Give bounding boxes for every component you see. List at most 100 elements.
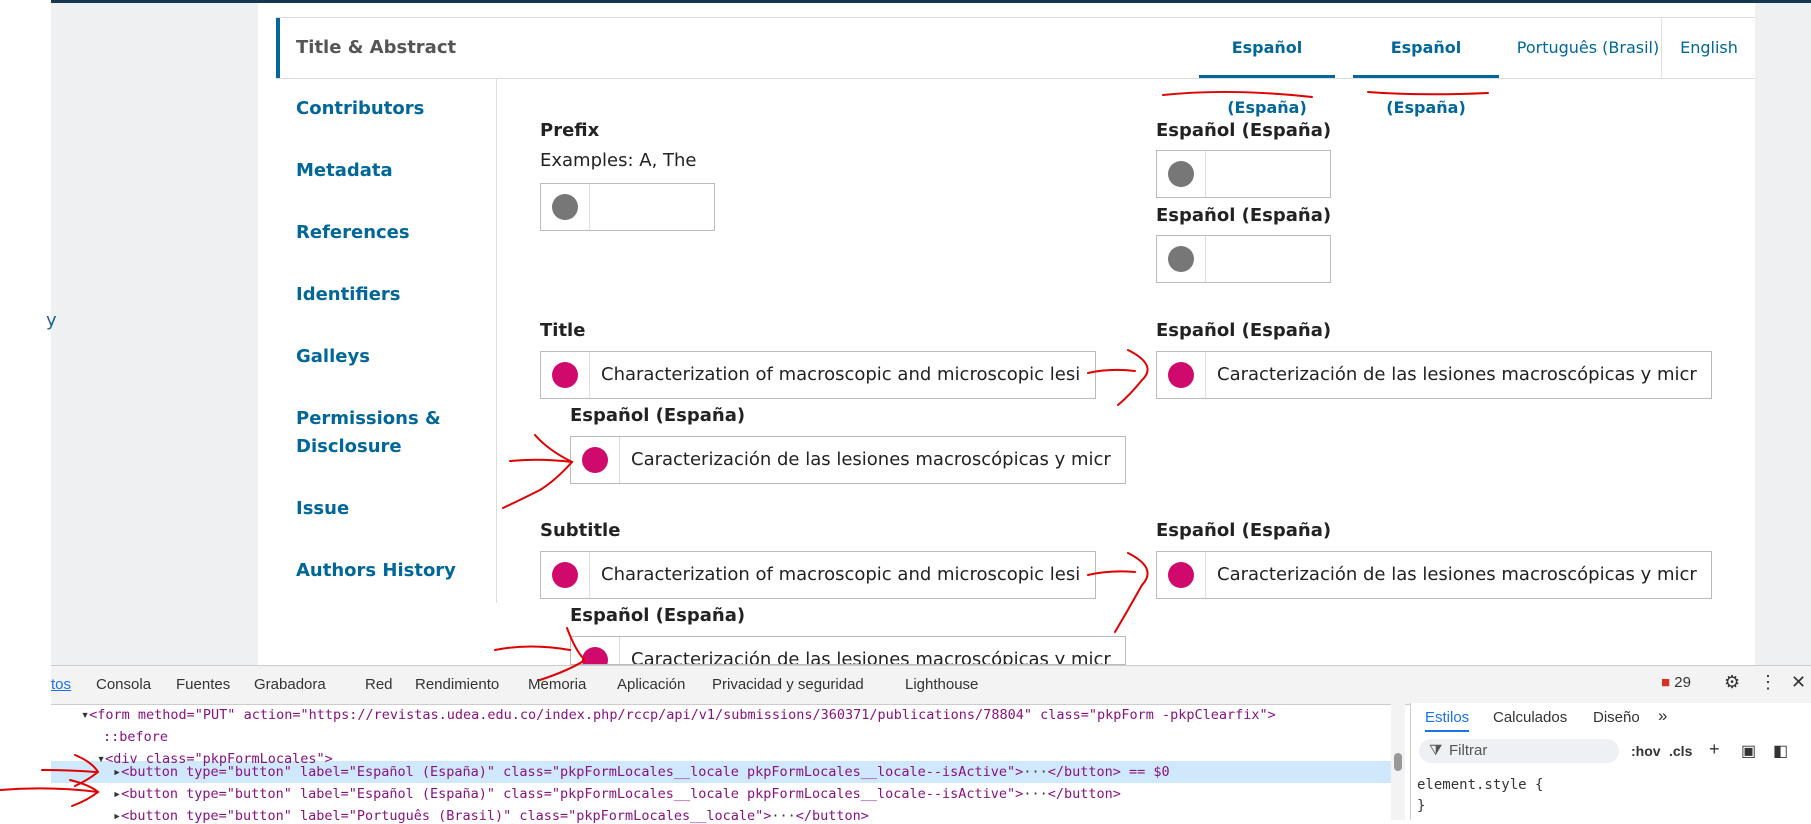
cls-toggle[interactable]: .cls xyxy=(1669,743,1692,759)
element-style-rule[interactable]: element.style { xyxy=(1417,777,1543,793)
paint-icon[interactable]: ▣ xyxy=(1741,741,1756,761)
devtools-tab-privacy[interactable]: Privacidad y seguridad xyxy=(712,676,864,693)
element-style-close: } xyxy=(1417,798,1426,814)
globe-icon xyxy=(1157,236,1206,282)
more-tabs-icon[interactable]: » xyxy=(1658,706,1667,726)
sidebar-divider xyxy=(496,78,497,603)
ellipsis-badge[interactable]: ··· xyxy=(771,808,795,824)
devtools-tab-recorder[interactable]: Grabadora xyxy=(254,676,326,693)
subtitle-field-es-right[interactable]: Caracterización de las lesiones macroscó… xyxy=(1156,551,1712,599)
ellipsis-badge[interactable]: ··· xyxy=(1023,786,1047,802)
subtitle-field-es-below[interactable]: Caracterización de las lesiones macroscó… xyxy=(570,636,1126,665)
dom-button1-tail: </button> == $0 xyxy=(1047,764,1170,780)
left-text-fragment: y xyxy=(46,310,57,331)
dom-line-button-3[interactable]: ▸<button type="button" label="Português … xyxy=(113,808,869,824)
subtitle-value-es-right: Caracterización de las lesiones macroscó… xyxy=(1217,564,1697,585)
devtools-tab-application[interactable]: Aplicación xyxy=(617,676,685,693)
sidebar-toggle-icon[interactable]: ◧ xyxy=(1773,741,1788,761)
devtools-tab-lighthouse[interactable]: Lighthouse xyxy=(905,676,978,693)
devtools-scrollbar[interactable] xyxy=(1391,703,1405,820)
globe-icon xyxy=(1157,352,1206,398)
sidebar-item-metadata[interactable]: Metadata xyxy=(296,157,393,185)
add-rule-icon[interactable]: + xyxy=(1709,739,1720,760)
prefix-field-es-1[interactable] xyxy=(1156,150,1331,198)
styles-tab-layout[interactable]: Diseño xyxy=(1593,709,1640,726)
sidebar-item-issue[interactable]: Issue xyxy=(296,495,349,523)
left-strip xyxy=(0,0,51,820)
error-badge[interactable]: ■ 29 xyxy=(1661,674,1691,691)
globe-icon xyxy=(541,552,590,598)
locale-tab-pt[interactable]: Português (Brasil) xyxy=(1508,18,1668,78)
sidebar-item-identifiers[interactable]: Identifiers xyxy=(296,281,401,309)
title-locale-label-below: Español (España) xyxy=(570,405,746,426)
dom-line-button-2[interactable]: ▸<button type="button" label="Español (E… xyxy=(113,786,1121,802)
devtools-tab-memory[interactable]: Memoria xyxy=(528,676,586,693)
dom-line-before[interactable]: ::before xyxy=(103,729,168,745)
title-field-es-right[interactable]: Caracterización de las lesiones macroscó… xyxy=(1156,351,1712,399)
title-value-es-right: Caracterización de las lesiones macroscó… xyxy=(1217,364,1697,385)
styles-tab-styles[interactable]: Estilos xyxy=(1425,709,1470,732)
filter-placeholder: Filtrar xyxy=(1449,742,1488,759)
styles-tab-computed[interactable]: Calculados xyxy=(1493,709,1567,726)
page-title: Title & Abstract xyxy=(296,37,457,58)
sidebar-item-galleys[interactable]: Galleys xyxy=(296,343,370,371)
globe-icon xyxy=(571,437,620,483)
globe-icon xyxy=(1157,151,1206,197)
dom-line-form[interactable]: ▾<form method="PUT" action="https://revi… xyxy=(81,707,1276,723)
subtitle-field-en[interactable]: Characterization of macroscopic and micr… xyxy=(540,551,1096,599)
prefix-field-es-2[interactable] xyxy=(1156,235,1331,283)
prefix-description: Examples: A, The xyxy=(540,150,697,171)
dom-button3-tail: </button> xyxy=(795,808,869,824)
devtools-tab-performance[interactable]: Rendimiento xyxy=(415,676,499,693)
gear-icon[interactable]: ⚙ xyxy=(1724,672,1740,693)
globe-icon xyxy=(1157,552,1206,598)
scroll-thumb[interactable] xyxy=(1394,753,1402,771)
error-count: 29 xyxy=(1674,674,1691,691)
prefix-locale-label-1: Español (España) xyxy=(1156,120,1332,141)
dom-form-text: <form method="PUT" action="https://revis… xyxy=(89,707,1276,723)
styles-filter-input[interactable]: ⧩ Filtrar xyxy=(1419,739,1619,763)
sidebar-item-contributors[interactable]: Contributors xyxy=(296,95,424,123)
devtools-tab-elements[interactable]: tos xyxy=(51,676,71,693)
title-value-en: Characterization of macroscopic and micr… xyxy=(601,364,1081,385)
prefix-locale-label-2: Español (España) xyxy=(1156,205,1332,226)
dom-button2-tail: </button> xyxy=(1047,786,1121,802)
subtitle-value-en: Characterization of macroscopic and micr… xyxy=(601,564,1081,585)
title-value-es-below: Caracterización de las lesiones macroscó… xyxy=(631,449,1111,470)
styles-pane: Estilos Calculados Diseño » ⧩ Filtrar :h… xyxy=(1410,703,1811,820)
dom-button1-text: <button type="button" label="Español (Es… xyxy=(121,764,1024,780)
close-icon[interactable]: ✕ xyxy=(1791,672,1806,693)
dom-button3-text: <button type="button" label="Português (… xyxy=(121,808,772,824)
globe-icon xyxy=(541,352,590,398)
globe-icon xyxy=(571,637,620,664)
dom-button2-text: <button type="button" label="Español (Es… xyxy=(121,786,1024,802)
subtitle-locale-label-right: Español (España) xyxy=(1156,520,1332,541)
devtools-tab-console[interactable]: Consola xyxy=(96,676,151,693)
globe-icon xyxy=(541,184,590,230)
sidebar-item-references[interactable]: References xyxy=(296,219,410,247)
locale-tab-es-2[interactable]: Español (España) xyxy=(1353,18,1499,117)
subtitle-label: Subtitle xyxy=(540,520,621,541)
locale-tab-en[interactable]: English xyxy=(1661,18,1756,78)
dom-line-button-1[interactable]: ▸<button type="button" label="Español (E… xyxy=(113,764,1170,780)
devtools-tab-network[interactable]: Red xyxy=(365,676,393,693)
title-field-en[interactable]: Characterization of macroscopic and micr… xyxy=(540,351,1096,399)
title-locale-label-right: Español (España) xyxy=(1156,320,1332,341)
hov-toggle[interactable]: :hov xyxy=(1631,743,1661,759)
locale-tab-es-1[interactable]: Español (España) xyxy=(1199,18,1335,117)
sidebar-item-permissions[interactable]: Permissions & Disclosure xyxy=(296,405,446,461)
header-accent-bar xyxy=(276,18,280,78)
subtitle-value-es-below: Caracterización de las lesiones macroscó… xyxy=(631,649,1111,665)
title-field-es-below[interactable]: Caracterización de las lesiones macroscó… xyxy=(570,436,1126,484)
subtitle-locale-label-below: Español (España) xyxy=(570,605,746,626)
filter-icon: ⧩ xyxy=(1429,742,1443,759)
form-header: Title & Abstract Español (España) Españo… xyxy=(276,17,1756,117)
sidebar-item-authors-history[interactable]: Authors History xyxy=(296,557,456,585)
title-label: Title xyxy=(540,320,586,341)
ellipsis-badge[interactable]: ··· xyxy=(1023,764,1047,780)
kebab-menu-icon[interactable]: ⋮ xyxy=(1759,672,1777,693)
devtools-tabbar: tos Consola Fuentes Grabadora Red Rendim… xyxy=(51,666,1811,705)
devtools-tab-sources[interactable]: Fuentes xyxy=(176,676,230,693)
prefix-label: Prefix xyxy=(540,120,600,141)
prefix-field[interactable] xyxy=(540,183,715,231)
